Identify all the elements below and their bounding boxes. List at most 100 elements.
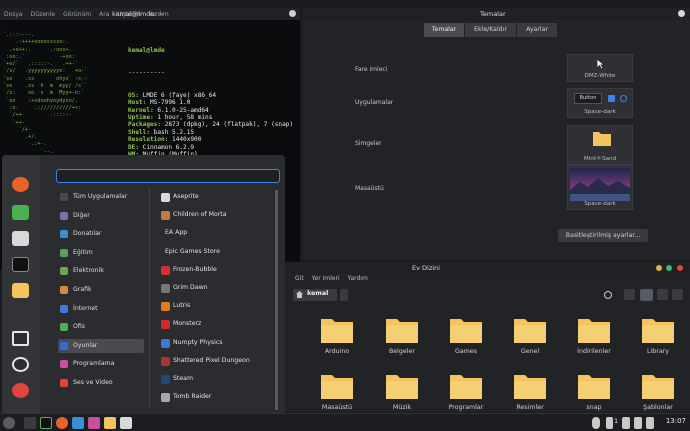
taskbar-app-icon[interactable]: [72, 417, 84, 429]
file-item-label[interactable]: İndirilenler: [564, 348, 624, 355]
folder-icon[interactable]: [320, 372, 354, 400]
file-manager-window[interactable]: Ev Dizini Git Yer imleri Yardım kemal Ar…: [222, 262, 690, 412]
files-menu-bookmarks[interactable]: Yer imleri: [312, 275, 340, 285]
download-folder-icon[interactable]: [577, 316, 611, 344]
app-item[interactable]: Frozen-Bubble: [160, 263, 270, 277]
folder-icon[interactable]: [449, 372, 483, 400]
share-folder-icon[interactable]: [513, 316, 547, 344]
tab-settings[interactable]: Ayarlar: [517, 23, 557, 37]
files-menu-go[interactable]: Git: [295, 275, 304, 285]
taskbar-settings-icon[interactable]: [120, 417, 132, 429]
firefox-icon[interactable]: [12, 177, 29, 192]
app-item[interactable]: Tomb Raider: [160, 390, 270, 404]
file-item-label[interactable]: snap: [564, 404, 624, 411]
taskbar-files-icon[interactable]: [104, 417, 116, 429]
category-item[interactable]: İnternet: [58, 302, 144, 316]
update-icon[interactable]: [606, 417, 613, 429]
terminal-icon[interactable]: [12, 257, 29, 272]
list-view-icon[interactable]: [657, 289, 668, 300]
chevron-right-icon[interactable]: [340, 289, 348, 301]
taskbar-app-icon-2[interactable]: [88, 417, 100, 429]
lock-icon[interactable]: [12, 331, 29, 346]
app-item[interactable]: Children of Morta: [160, 208, 270, 222]
scrollbar[interactable]: [275, 190, 278, 410]
search-icon[interactable]: [604, 291, 612, 299]
desktop-theme-card[interactable]: Space-dark: [567, 165, 633, 210]
close-icon[interactable]: [289, 10, 296, 17]
app-item[interactable]: Shattered Pixel Dungeon: [160, 354, 270, 368]
app-item[interactable]: Monsterz: [160, 317, 270, 331]
file-item-label[interactable]: Müzik: [372, 404, 432, 411]
volume-icon[interactable]: [646, 417, 654, 429]
category-item[interactable]: Grafik: [58, 283, 144, 297]
file-item-label[interactable]: Belgeler: [372, 348, 432, 355]
file-item-label[interactable]: Programlar: [436, 404, 496, 411]
app-item[interactable]: EA App: [160, 226, 270, 240]
file-item-label[interactable]: Resimler: [500, 404, 560, 411]
folder-icon[interactable]: [320, 316, 354, 344]
compact-view-icon[interactable]: [672, 289, 683, 300]
menu-icon[interactable]: [3, 417, 15, 429]
file-item-label[interactable]: Arduino: [307, 348, 367, 355]
terminal-menu-edit[interactable]: Düzenle: [31, 11, 55, 18]
pictures-folder-icon[interactable]: [513, 372, 547, 400]
taskbar-firefox-icon[interactable]: [56, 417, 68, 429]
file-item-label[interactable]: Genel: [500, 348, 560, 355]
category-item[interactable]: Diğer: [58, 209, 144, 223]
category-item[interactable]: Ses ve Video: [58, 376, 144, 390]
file-item-label[interactable]: Library: [628, 348, 688, 355]
file-item-label[interactable]: Games: [436, 348, 496, 355]
category-item[interactable]: Tüm Uygulamalar: [58, 190, 144, 204]
software-manager-icon[interactable]: [12, 205, 29, 220]
app-item[interactable]: Lutris: [160, 299, 270, 313]
category-item[interactable]: Elektronik: [58, 264, 144, 278]
folder-icon[interactable]: [577, 372, 611, 400]
power-icon[interactable]: [12, 383, 29, 398]
apps-theme-card[interactable]: Button Space-dark: [567, 88, 633, 118]
files-menu-help[interactable]: Yardım: [348, 275, 368, 285]
app-item[interactable]: Epic Games Store: [160, 245, 270, 259]
minimize-icon[interactable]: [656, 265, 662, 271]
app-item[interactable]: Steam: [160, 372, 270, 386]
breadcrumb[interactable]: kemal: [293, 289, 337, 301]
view-grid-icon-alt[interactable]: [624, 289, 635, 300]
advanced-settings-button[interactable]: Basitleştirilmiş ayarlar...: [558, 229, 648, 242]
network-icon[interactable]: [634, 417, 642, 429]
grid-view-icon[interactable]: [640, 289, 653, 301]
app-item[interactable]: Numpty Physics: [160, 336, 270, 350]
app-item[interactable]: Aseprite: [160, 190, 270, 204]
folder-icon[interactable]: [641, 316, 675, 344]
icons-theme-card[interactable]: Mint-Y-Sand: [567, 125, 633, 165]
terminal-menu-file[interactable]: Dosya: [4, 11, 23, 18]
logout-icon[interactable]: [12, 357, 29, 372]
category-item[interactable]: Eğitim: [58, 246, 144, 260]
files-titlebar[interactable]: [222, 262, 690, 274]
search-input[interactable]: [56, 169, 280, 183]
maximize-icon[interactable]: [666, 265, 672, 271]
star-icon[interactable]: [622, 417, 630, 429]
terminal-menu-search[interactable]: Ara: [99, 11, 109, 18]
category-item[interactable]: Donatılar: [58, 227, 144, 241]
files-icon[interactable]: [12, 283, 29, 298]
cursor-theme-card[interactable]: DMZ-White: [567, 54, 633, 82]
app-item[interactable]: Grim Dawn: [160, 281, 270, 295]
taskbar-terminal-icon[interactable]: [40, 417, 52, 429]
file-item-label[interactable]: Şablonlar: [628, 404, 688, 411]
close-icon[interactable]: [677, 265, 683, 271]
clock[interactable]: 13:07: [666, 417, 686, 425]
start-menu[interactable]: Tüm Uygulamalar Diğer Donatılar Eğitim Elekt…: [2, 155, 285, 415]
music-folder-icon[interactable]: [385, 372, 419, 400]
tab-add-remove[interactable]: Ekle/Kaldır: [465, 23, 516, 37]
file-item-label[interactable]: Masaüstü: [307, 404, 367, 411]
documents-folder-icon[interactable]: [385, 316, 419, 344]
category-item[interactable]: Programlama: [58, 357, 144, 371]
tab-themes[interactable]: Temalar: [424, 23, 464, 37]
show-desktop-icon[interactable]: [24, 417, 36, 429]
system-settings-icon[interactable]: [12, 231, 29, 246]
terminal-menu-view[interactable]: Görünüm: [63, 11, 91, 18]
category-item[interactable]: Oyunlar: [58, 338, 144, 353]
themes-window[interactable]: Temalar Temalar Ekle/Kaldır Ayarlar Fare…: [303, 8, 690, 260]
shield-icon[interactable]: [592, 417, 600, 429]
folder-icon[interactable]: [449, 316, 483, 344]
close-icon[interactable]: [678, 10, 685, 17]
